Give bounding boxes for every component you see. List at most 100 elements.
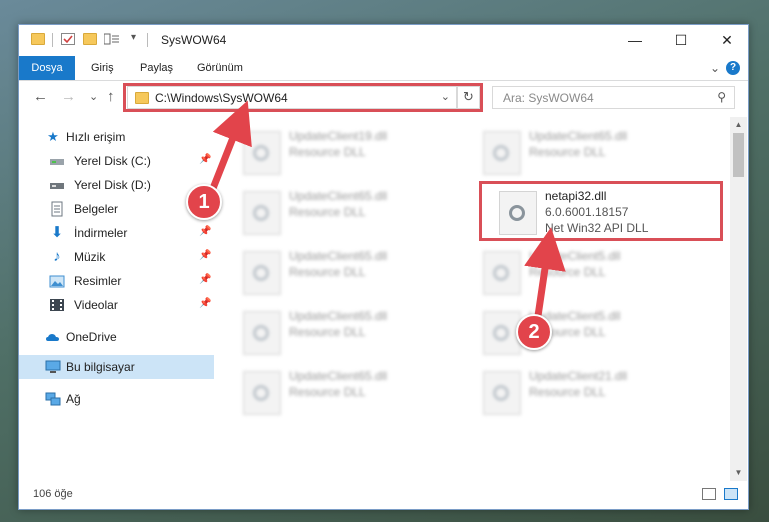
- file-name: UpdateClient65.dll: [289, 369, 388, 383]
- sidebar-item-disk-c[interactable]: Yerel Disk (C:) 📌: [19, 149, 214, 173]
- tab-gorunum[interactable]: Görünüm: [197, 56, 243, 80]
- file-item[interactable]: UpdateClient5.dll Resource DLL: [479, 305, 699, 361]
- vertical-scrollbar[interactable]: ▲ ▼: [730, 117, 747, 481]
- dll-file-icon: [243, 191, 281, 235]
- documents-icon: [49, 201, 65, 217]
- file-description: Resource DLL: [529, 385, 606, 399]
- sidebar-item-label: İndirmeler: [74, 226, 128, 240]
- status-bar: 106 öğe: [19, 482, 748, 509]
- download-icon: ⬇: [50, 224, 64, 241]
- file-item[interactable]: UpdateClient65.dll Resource DLL: [239, 185, 459, 241]
- ribbon-expand-icon[interactable]: ⌄: [710, 61, 720, 75]
- details-view-icon[interactable]: [702, 488, 716, 500]
- dll-file-icon: [483, 371, 521, 415]
- divider: [52, 33, 53, 47]
- file-item[interactable]: UpdateClient65.dll Resource DLL: [239, 305, 459, 361]
- file-item[interactable]: UpdateClient65.dll Resource DLL: [479, 125, 699, 181]
- file-item[interactable]: UpdateClient5.dll Resource DLL: [479, 245, 699, 301]
- dll-file-icon: [483, 131, 521, 175]
- computer-icon: [45, 359, 61, 375]
- search-input[interactable]: [501, 90, 705, 106]
- sidebar-item-label: Videolar: [74, 298, 118, 312]
- sidebar-item-videos[interactable]: Videolar 📌: [19, 293, 214, 317]
- file-description: Resource DLL: [529, 145, 606, 159]
- search-icon[interactable]: ⚲: [717, 90, 726, 104]
- folder-icon: [31, 33, 45, 45]
- recent-locations-icon[interactable]: ⌄: [89, 90, 98, 103]
- qat-dropdown-icon[interactable]: ▾: [131, 32, 136, 43]
- scroll-down-icon[interactable]: ▼: [730, 465, 747, 481]
- file-description: Resource DLL: [289, 325, 366, 339]
- pin-icon[interactable]: 📌: [199, 298, 211, 309]
- pictures-icon: [49, 273, 65, 289]
- help-icon[interactable]: ?: [726, 61, 740, 75]
- sidebar-item-label: Hızlı erişim: [66, 130, 126, 144]
- search-box[interactable]: ⚲: [492, 86, 735, 109]
- sidebar-item-label: Yerel Disk (D:): [74, 178, 151, 192]
- sidebar-item-quick-access[interactable]: ★ Hızlı erişim: [19, 125, 214, 149]
- cloud-icon: [45, 329, 61, 345]
- step-marker-1: 1: [186, 184, 222, 220]
- window-title: SysWOW64: [161, 33, 227, 47]
- tab-dosya[interactable]: Dosya: [19, 56, 75, 80]
- drive-icon: [49, 177, 65, 193]
- large-icons-view-icon[interactable]: [724, 488, 738, 500]
- customize-icon[interactable]: [103, 33, 120, 45]
- file-name: UpdateClient19.dll: [289, 129, 388, 143]
- forward-button[interactable]: →: [61, 88, 76, 105]
- up-button[interactable]: ↑: [107, 88, 115, 105]
- back-button[interactable]: ←: [33, 88, 48, 105]
- scroll-thumb[interactable]: [733, 133, 744, 177]
- sidebar-item-disk-d[interactable]: Yerel Disk (D:): [19, 173, 214, 197]
- sidebar-item-documents[interactable]: Belgeler 📌: [19, 197, 214, 221]
- dll-file-icon: [243, 311, 281, 355]
- sidebar-item-onedrive[interactable]: OneDrive: [19, 325, 214, 349]
- file-description: Resource DLL: [529, 265, 606, 279]
- file-name: UpdateClient65.dll: [289, 249, 388, 263]
- navigation-bar: ← → ⌄ ↑ C:\Windows\SysWOW64 ⌄ ↻ ⚲: [19, 81, 748, 115]
- file-item[interactable]: UpdateClient19.dll Resource DLL: [239, 125, 459, 181]
- file-item[interactable]: UpdateClient65.dll Resource DLL: [239, 365, 459, 421]
- file-description: Resource DLL: [289, 205, 366, 219]
- dll-file-icon: [483, 251, 521, 295]
- file-name: UpdateClient21.dll: [529, 369, 628, 383]
- divider: [147, 33, 148, 47]
- pin-icon[interactable]: 📌: [199, 274, 211, 285]
- video-icon: [49, 297, 65, 313]
- pin-icon[interactable]: 📌: [199, 250, 211, 261]
- pin-icon[interactable]: 📌: [199, 154, 211, 165]
- dll-file-icon: [243, 131, 281, 175]
- navigation-pane: ★ Hızlı erişim Yerel Disk (C:) 📌 Yerel D…: [19, 117, 214, 481]
- sidebar-item-pictures[interactable]: Resimler 📌: [19, 269, 214, 293]
- sidebar-item-label: Ağ: [66, 392, 81, 406]
- properties-icon[interactable]: [61, 33, 75, 45]
- new-folder-icon[interactable]: [83, 33, 97, 45]
- scroll-up-icon[interactable]: ▲: [730, 117, 747, 133]
- minimize-button[interactable]: —: [612, 25, 658, 56]
- sidebar-item-label: Yerel Disk (C:): [74, 154, 151, 168]
- file-name: UpdateClient5.dll: [529, 249, 621, 263]
- step-marker-2: 2: [516, 314, 552, 350]
- sidebar-item-network[interactable]: Ağ: [19, 387, 214, 411]
- sidebar-item-label: OneDrive: [66, 330, 117, 344]
- close-button[interactable]: ✕: [704, 25, 748, 56]
- sidebar-item-music[interactable]: ♪ Müzik 📌: [19, 245, 214, 269]
- network-icon: [45, 391, 61, 407]
- file-item[interactable]: UpdateClient65.dll Resource DLL: [239, 245, 459, 301]
- sidebar-item-this-pc[interactable]: Bu bilgisayar: [19, 355, 214, 379]
- sidebar-item-label: Belgeler: [74, 202, 119, 216]
- file-description: Resource DLL: [289, 265, 366, 279]
- file-description: Resource DLL: [289, 145, 366, 159]
- sidebar-item-downloads[interactable]: ⬇ İndirmeler 📌: [19, 221, 214, 245]
- address-highlight: [123, 83, 483, 112]
- drive-icon: [49, 153, 65, 169]
- file-item[interactable]: UpdateClient21.dll Resource DLL: [479, 365, 699, 421]
- sidebar-item-label: Resimler: [74, 274, 122, 288]
- file-highlight: [479, 181, 723, 241]
- tab-giris[interactable]: Giriş: [91, 56, 114, 80]
- tab-paylas[interactable]: Paylaş: [140, 56, 173, 80]
- item-count: 106 öğe: [33, 488, 73, 500]
- maximize-button[interactable]: ☐: [658, 25, 704, 56]
- pin-icon[interactable]: 📌: [199, 226, 211, 237]
- music-icon: ♪: [53, 248, 61, 265]
